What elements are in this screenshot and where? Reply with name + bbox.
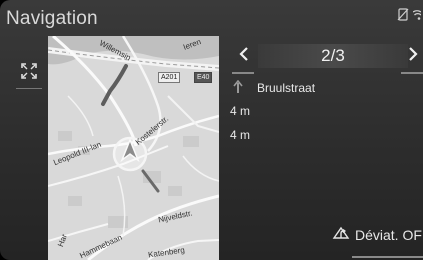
- expand-map-button[interactable]: [16, 60, 42, 86]
- route-step-street[interactable]: Bruulstraat: [257, 81, 315, 95]
- route-step-distance[interactable]: 4 m: [230, 104, 250, 118]
- deviation-button[interactable]: Déviat. OFF: [332, 226, 423, 243]
- map-road-badge: A201: [158, 72, 181, 83]
- pager-count: 2/3: [321, 46, 345, 65]
- previous-button-underline: [232, 72, 254, 74]
- chevron-left-icon: [239, 46, 249, 67]
- straight-arrow-icon: [233, 79, 243, 99]
- route-step-distance[interactable]: 4 m: [230, 128, 250, 142]
- navigation-screen: Navigation Willemsin Ieren A201 E40 Leop…: [0, 0, 423, 260]
- wifi-icon: [413, 9, 421, 21]
- status-bar: [397, 8, 421, 21]
- no-signal-icon: [397, 8, 409, 21]
- detour-icon: [332, 226, 350, 243]
- previous-page-button[interactable]: [234, 44, 254, 68]
- deviation-label: Déviat. OFF: [355, 226, 423, 243]
- chevron-right-icon: [408, 46, 418, 67]
- map-canvas: [48, 36, 219, 260]
- route-step-pager: 2/3: [232, 42, 423, 74]
- next-page-button[interactable]: [403, 44, 423, 68]
- route-map[interactable]: Willemsin Ieren A201 E40 Leopold III-lan…: [48, 36, 219, 260]
- map-road-badge: E40: [194, 72, 213, 83]
- deviation-button-underline: [352, 256, 423, 258]
- page-title: Navigation: [6, 8, 98, 29]
- expand-icon: [20, 62, 38, 85]
- expand-button-underline: [16, 88, 42, 89]
- next-button-underline: [401, 72, 423, 74]
